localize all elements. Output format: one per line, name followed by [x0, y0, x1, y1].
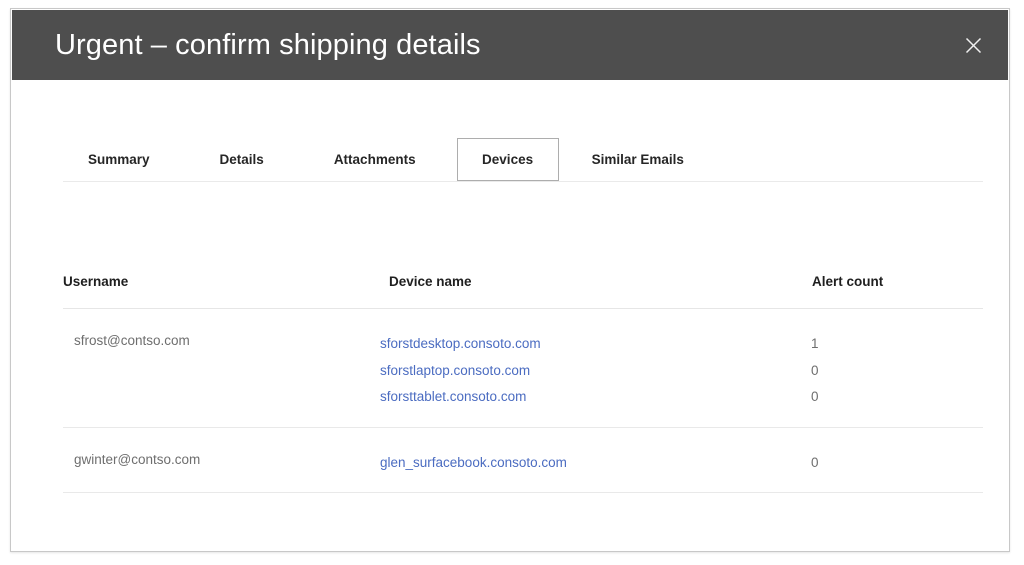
alert-count-list: 0	[683, 450, 983, 477]
alert-count-list: 1 0 0	[683, 331, 983, 411]
cell-device-names: sforstdesktop.consoto.com sforstlaptop.c…	[371, 331, 683, 411]
tab-summary[interactable]: Summary	[75, 138, 163, 181]
tab-similar-emails-label: Similar Emails	[591, 152, 684, 167]
close-icon	[965, 37, 981, 53]
tab-similar-emails[interactable]: Similar Emails	[579, 138, 697, 181]
username-value: sfrost@contso.com	[74, 333, 190, 348]
email-detail-dialog: Urgent – confirm shipping details Summar…	[10, 8, 1010, 552]
tab-list: Summary Details Attachments Devices Simi…	[63, 138, 983, 181]
cell-username: sfrost@contso.com	[63, 331, 371, 348]
tab-devices-label: Devices	[482, 152, 534, 167]
device-link[interactable]: sforstdesktop.consoto.com	[380, 331, 683, 358]
device-link[interactable]: sforsttablet.consoto.com	[380, 384, 683, 411]
close-button[interactable]	[956, 28, 990, 62]
cell-alert-counts: 0	[683, 450, 983, 477]
tab-summary-label: Summary	[88, 152, 150, 167]
dialog-body: Summary Details Attachments Devices Simi…	[11, 80, 1009, 551]
alert-count-value: 0	[811, 389, 819, 404]
column-header-alert-count: Alert count	[812, 274, 884, 289]
table-row: gwinter@contso.com glen_surfacebook.cons…	[63, 428, 983, 493]
table-header-row: Username Device name Alert count	[63, 238, 983, 309]
cell-alert-counts: 1 0 0	[683, 331, 983, 411]
column-header-device-name: Device name	[389, 274, 472, 289]
tabstrip: Summary Details Attachments Devices Simi…	[63, 138, 983, 182]
username-value: gwinter@contso.com	[74, 451, 201, 467]
alert-count-value: 0	[811, 362, 819, 378]
tab-devices[interactable]: Devices	[456, 138, 559, 181]
dialog-title: Urgent – confirm shipping details	[55, 28, 481, 61]
alert-count-value: 1	[811, 336, 819, 351]
cell-username: gwinter@contso.com	[63, 450, 371, 467]
device-list: glen_surfacebook.consoto.com	[371, 450, 683, 477]
column-header-username: Username	[63, 274, 129, 289]
alert-count-value: 0	[811, 454, 819, 470]
page-root: Urgent – confirm shipping details Summar…	[0, 0, 1024, 565]
tab-attachments-label: Attachments	[333, 152, 416, 167]
cell-device-names: glen_surfacebook.consoto.com	[371, 450, 683, 477]
device-list: sforstdesktop.consoto.com sforstlaptop.c…	[371, 331, 683, 411]
table-row: sfrost@contso.com sforstdesktop.consoto.…	[63, 309, 983, 428]
dialog-titlebar: Urgent – confirm shipping details	[12, 10, 1008, 80]
device-link[interactable]: glen_surfacebook.consoto.com	[380, 450, 683, 477]
tab-details[interactable]: Details	[207, 138, 277, 181]
tab-attachments[interactable]: Attachments	[321, 138, 429, 181]
devices-table: Username Device name Alert count sfrost@…	[63, 238, 983, 493]
tab-details-label: Details	[219, 152, 264, 167]
device-link[interactable]: sforstlaptop.consoto.com	[380, 358, 683, 385]
